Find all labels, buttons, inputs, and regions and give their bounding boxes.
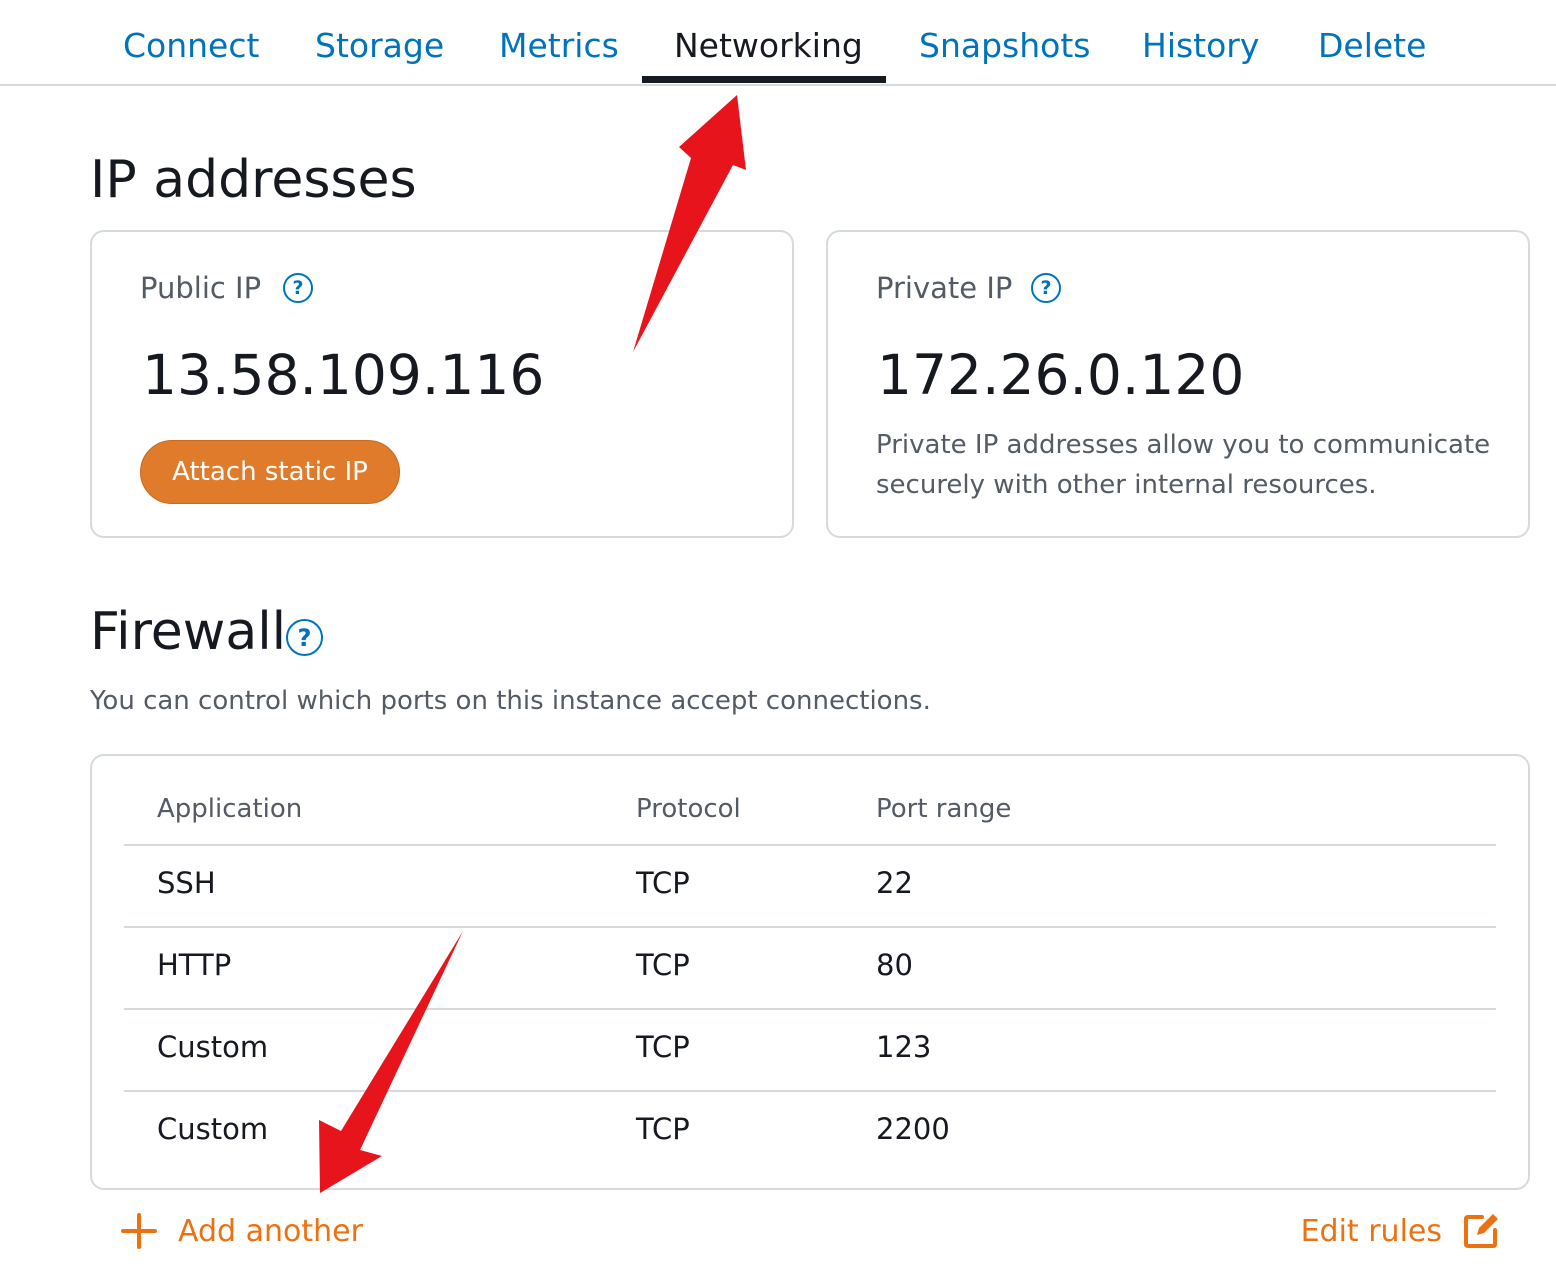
question-circle-icon[interactable]: ? bbox=[286, 619, 323, 656]
question-circle-icon[interactable]: ? bbox=[283, 273, 313, 303]
plus-icon bbox=[120, 1212, 158, 1250]
column-header-port-range: Port range bbox=[876, 794, 1012, 824]
tab-networking[interactable]: Networking bbox=[674, 26, 863, 65]
cell-application: Custom bbox=[157, 1030, 269, 1064]
tab-metrics[interactable]: Metrics bbox=[499, 26, 619, 65]
private-ip-label: Private IP bbox=[876, 271, 1013, 305]
cell-application: Custom bbox=[157, 1112, 269, 1146]
private-ip-value: 172.26.0.120 bbox=[877, 343, 1245, 407]
firewall-heading: Firewall bbox=[90, 602, 287, 662]
edit-rules-button[interactable]: Edit rules bbox=[1301, 1206, 1500, 1256]
add-another-label: Add another bbox=[178, 1213, 363, 1249]
question-circle-icon[interactable]: ? bbox=[1031, 273, 1061, 303]
table-divider bbox=[124, 1008, 1496, 1010]
firewall-rules-table bbox=[90, 754, 1530, 1190]
add-another-button[interactable]: Add another bbox=[120, 1206, 363, 1256]
attach-static-ip-button[interactable]: Attach static IP bbox=[140, 440, 400, 504]
public-ip-label: Public IP bbox=[140, 271, 262, 305]
tab-snapshots[interactable]: Snapshots bbox=[919, 26, 1090, 65]
cell-protocol: TCP bbox=[636, 866, 690, 900]
tab-history[interactable]: History bbox=[1142, 26, 1259, 65]
cell-protocol: TCP bbox=[636, 1030, 690, 1064]
edit-icon bbox=[1464, 1214, 1498, 1248]
tab-delete[interactable]: Delete bbox=[1318, 26, 1426, 65]
edit-rules-label: Edit rules bbox=[1300, 1213, 1442, 1249]
tab-bar: Connect Storage Metrics Networking Snaps… bbox=[0, 0, 1556, 86]
cell-protocol: TCP bbox=[636, 948, 690, 982]
column-header-application: Application bbox=[157, 794, 303, 824]
tab-storage[interactable]: Storage bbox=[315, 26, 444, 65]
tab-connect[interactable]: Connect bbox=[123, 26, 259, 65]
active-tab-indicator bbox=[642, 76, 886, 83]
column-header-protocol: Protocol bbox=[636, 794, 741, 824]
public-ip-value: 13.58.109.116 bbox=[142, 343, 545, 407]
table-divider bbox=[124, 844, 1496, 846]
ip-addresses-heading: IP addresses bbox=[90, 150, 417, 210]
table-divider bbox=[124, 1090, 1496, 1092]
cell-port-range: 123 bbox=[876, 1030, 932, 1064]
firewall-description: You can control which ports on this inst… bbox=[90, 686, 931, 716]
cell-protocol: TCP bbox=[636, 1112, 690, 1146]
cell-port-range: 80 bbox=[876, 948, 913, 982]
cell-port-range: 2200 bbox=[876, 1112, 950, 1146]
cell-application: HTTP bbox=[157, 948, 232, 982]
private-ip-description: Private IP addresses allow you to commun… bbox=[876, 430, 1491, 500]
cell-application: SSH bbox=[157, 866, 216, 900]
cell-port-range: 22 bbox=[876, 866, 913, 900]
table-divider bbox=[124, 926, 1496, 928]
